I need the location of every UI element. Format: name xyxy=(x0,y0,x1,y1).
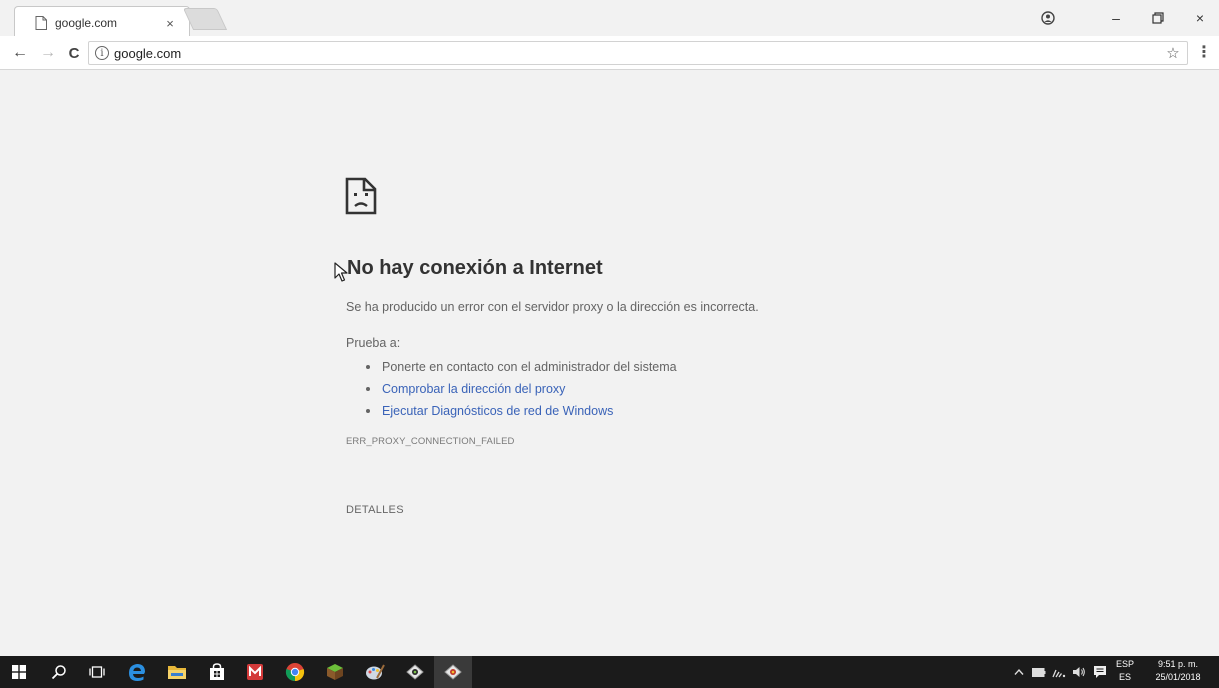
taskbar-app-active[interactable] xyxy=(434,656,472,688)
chevron-up-icon xyxy=(1014,668,1024,675)
bullet xyxy=(366,409,370,413)
start-button[interactable] xyxy=(0,656,38,688)
check-proxy-link[interactable]: Comprobar la dirección del proxy xyxy=(382,378,565,400)
error-title: No hay conexión a Internet xyxy=(347,257,603,279)
clock-time: 9:51 p. m. xyxy=(1157,659,1199,669)
reload-button[interactable]: C xyxy=(64,43,84,63)
error-description: Se ha producido un error con el servidor… xyxy=(346,300,759,314)
folder-icon xyxy=(168,666,186,679)
forward-button[interactable]: → xyxy=(38,43,58,63)
windows-logo-icon xyxy=(12,665,26,679)
bookmark-star-icon[interactable]: ☆ xyxy=(1163,44,1183,62)
suggestion-list: Ponerte en contacto con el administrador… xyxy=(366,356,677,422)
back-button[interactable]: ← xyxy=(10,43,30,63)
bullet xyxy=(366,387,370,391)
details-button[interactable]: DETALLES xyxy=(346,504,404,516)
search-icon xyxy=(51,665,66,680)
taskbar-minecraft[interactable] xyxy=(316,656,354,688)
volume-icon xyxy=(1073,667,1085,677)
search-button[interactable] xyxy=(40,656,78,688)
edge-browser-icon xyxy=(129,664,145,681)
suggestion-check-proxy[interactable]: Comprobar la dirección del proxy xyxy=(366,378,677,400)
close-window-button[interactable]: × xyxy=(1190,8,1210,28)
tab-title: google.com xyxy=(55,16,118,30)
taskbar-app-red[interactable] xyxy=(236,656,274,688)
taskbar-store[interactable] xyxy=(198,656,236,688)
notification-icon xyxy=(1094,666,1106,678)
browser-toolbar: ← → C i google.com ☆ ⋮ xyxy=(0,36,1219,70)
chrome-icon xyxy=(285,663,305,682)
clock-date: 25/01/2018 xyxy=(1155,672,1201,682)
mouse-cursor-icon xyxy=(334,262,348,282)
diamond-app-icon xyxy=(406,664,424,680)
bullet xyxy=(366,365,370,369)
battery-button[interactable] xyxy=(1030,656,1048,688)
task-view-button[interactable] xyxy=(78,656,116,688)
error-code: ERR_PROXY_CONNECTION_FAILED xyxy=(346,436,515,447)
minimize-button[interactable]: – xyxy=(1106,8,1126,28)
clock[interactable]: 9:51 p. m. 25/01/2018 xyxy=(1145,658,1211,684)
wifi-icon xyxy=(1052,669,1066,678)
keyboard-layout: ES xyxy=(1118,672,1131,682)
action-center-button[interactable] xyxy=(1090,656,1110,688)
tab-close-icon[interactable]: × xyxy=(163,16,177,31)
battery-icon xyxy=(1032,667,1046,677)
suggestion-contact-admin: Ponerte en contacto con el administrador… xyxy=(366,356,677,378)
url-text[interactable]: google.com xyxy=(114,46,1163,61)
input-language-indicator[interactable]: ESP ES xyxy=(1112,658,1138,684)
address-bar[interactable]: i google.com ☆ xyxy=(88,41,1188,65)
profile-icon[interactable] xyxy=(1038,8,1058,28)
browser-menu-icon[interactable]: ⋮ xyxy=(1196,44,1212,62)
suggestion-run-diagnostics[interactable]: Ejecutar Diagnósticos de red de Windows xyxy=(366,400,677,422)
network-button[interactable] xyxy=(1050,656,1068,688)
suggestion-text: Ponerte en contacto con el administrador… xyxy=(382,360,677,374)
taskbar-file-explorer[interactable] xyxy=(158,656,196,688)
red-app-icon xyxy=(247,664,263,680)
error-page: No hay conexión a Internet Se ha produci… xyxy=(0,70,1219,656)
task-view-icon xyxy=(89,666,105,678)
windows-taskbar: ESP ES 9:51 p. m. 25/01/2018 xyxy=(0,656,1219,688)
run-diagnostics-link[interactable]: Ejecutar Diagnósticos de red de Windows xyxy=(382,400,613,422)
page-icon xyxy=(35,16,47,30)
taskbar-app-eye[interactable] xyxy=(396,656,434,688)
taskbar-edge[interactable] xyxy=(118,656,156,688)
diamond-app-active-icon xyxy=(444,664,462,680)
show-hidden-icons-button[interactable] xyxy=(1010,656,1028,688)
browser-tab[interactable]: google.com × xyxy=(14,6,190,36)
taskbar-paint[interactable] xyxy=(356,656,394,688)
language-code: ESP xyxy=(1115,659,1134,669)
sad-page-icon xyxy=(345,177,377,215)
site-info-icon[interactable]: i xyxy=(95,46,109,60)
browser-titlebar: google.com × – × xyxy=(0,0,1219,36)
try-label: Prueba a: xyxy=(346,336,401,350)
grass-block-icon xyxy=(327,664,343,680)
volume-button[interactable] xyxy=(1070,656,1088,688)
paint-palette-icon xyxy=(366,664,385,680)
restore-button[interactable] xyxy=(1148,8,1168,28)
store-bag-icon xyxy=(210,663,224,680)
taskbar-chrome[interactable] xyxy=(276,656,314,688)
